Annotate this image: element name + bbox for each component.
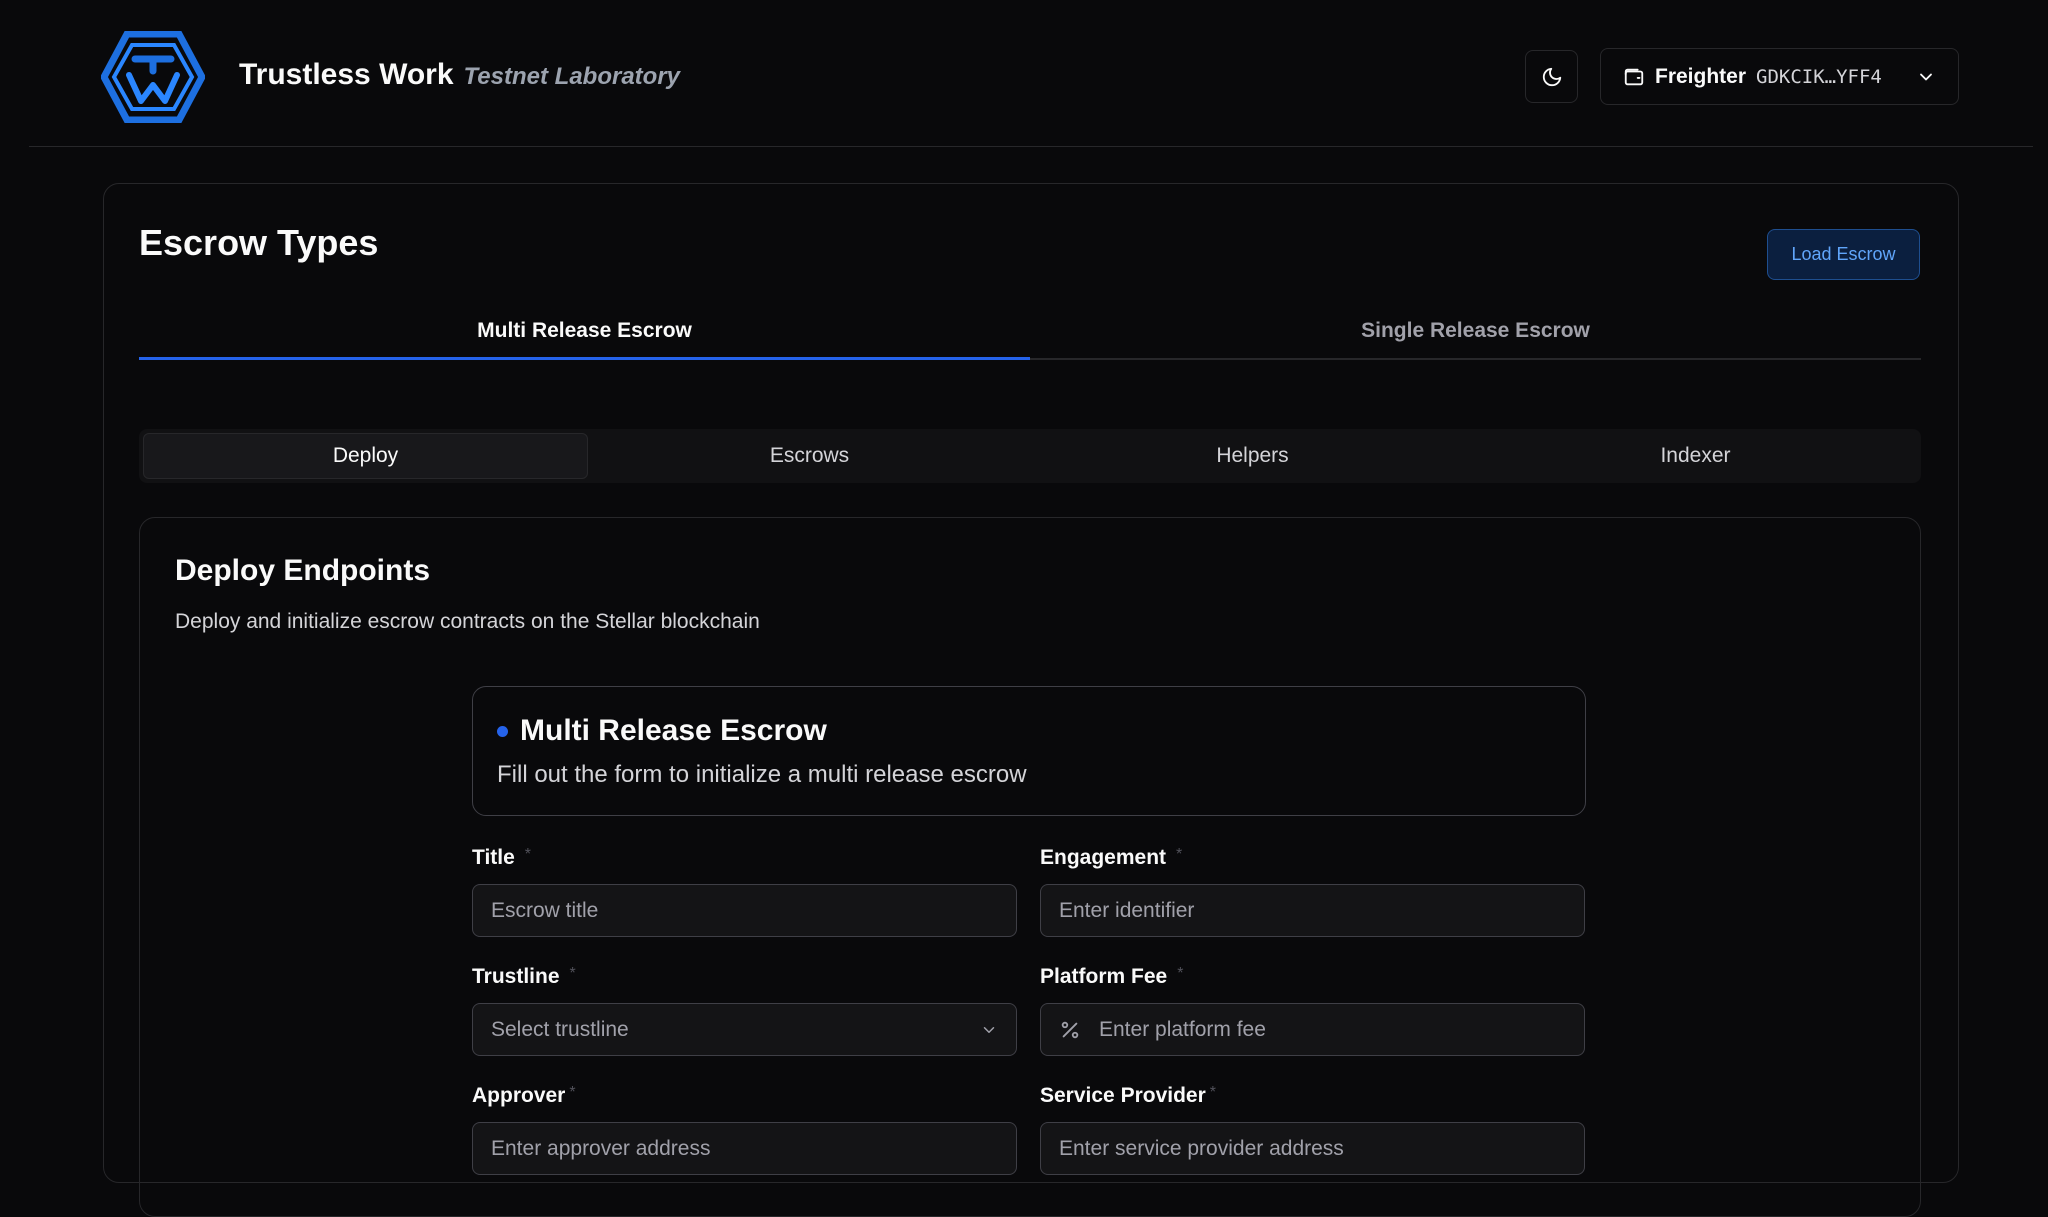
trustline-label: Trustline * — [472, 965, 576, 989]
escrow-types-panel: Escrow Types Load Escrow Multi Release E… — [103, 183, 1959, 1217]
deploy-title: Deploy Endpoints — [175, 554, 430, 587]
form-description: Fill out the form to initialize a multi … — [497, 761, 1027, 788]
percent-icon — [1059, 1019, 1081, 1041]
required-mark: * — [1209, 1084, 1216, 1101]
service-provider-placeholder: Enter service provider address — [1059, 1136, 1344, 1160]
header-divider — [29, 146, 2033, 147]
required-mark: * — [569, 1084, 576, 1101]
required-mark: * — [1177, 965, 1184, 982]
title-label-text: Title — [472, 846, 515, 869]
approver-placeholder: Enter approver address — [491, 1136, 711, 1160]
approver-input[interactable]: Enter approver address — [472, 1122, 1017, 1175]
app-header: Trustless Work Testnet Laboratory Freigh… — [0, 0, 2048, 148]
platform-fee-placeholder: Enter platform fee — [1099, 1017, 1266, 1041]
brand: Trustless Work Testnet Laboratory — [239, 58, 680, 92]
form-title-text: Multi Release Escrow — [520, 714, 827, 747]
wallet-icon — [1624, 68, 1644, 85]
platform-fee-label-text: Platform Fee — [1040, 965, 1168, 988]
service-provider-label: Service Provider * — [1040, 1084, 1216, 1108]
form-header-card: Multi Release Escrow Fill out the form t… — [472, 686, 1586, 816]
tab-multi-release-escrow[interactable]: Multi Release Escrow — [139, 304, 1030, 360]
chevron-down-icon — [980, 1021, 998, 1039]
tab-deploy[interactable]: Deploy — [143, 433, 588, 479]
theme-toggle-button[interactable] — [1525, 50, 1578, 103]
approver-label-text: Approver — [472, 1084, 566, 1107]
approver-label: Approver * — [472, 1084, 576, 1108]
page-title: Escrow Types — [139, 222, 379, 263]
engagement-placeholder: Enter identifier — [1059, 898, 1195, 922]
deploy-description: Deploy and initialize escrow contracts o… — [175, 610, 760, 633]
brand-name: Trustless Work — [239, 58, 454, 91]
title-label: Title * — [472, 846, 531, 870]
endpoint-tabs: Deploy Escrows Helpers Indexer — [139, 429, 1921, 483]
chevron-down-icon — [1916, 67, 1936, 87]
title-input[interactable]: Escrow title — [472, 884, 1017, 937]
engagement-label: Engagement * — [1040, 846, 1182, 870]
escrow-type-tabs: Multi Release Escrow Single Release Escr… — [139, 304, 1921, 360]
tab-single-release-escrow[interactable]: Single Release Escrow — [1030, 304, 1921, 358]
bullet-dot-icon — [497, 725, 508, 737]
moon-icon — [1542, 67, 1561, 86]
engagement-input[interactable]: Enter identifier — [1040, 884, 1585, 937]
wallet-button[interactable]: Freighter GDKCIK…YFF4 — [1600, 48, 1959, 105]
title-placeholder: Escrow title — [491, 898, 599, 922]
tab-escrows[interactable]: Escrows — [588, 433, 1031, 479]
wallet-name: Freighter — [1655, 64, 1747, 88]
required-mark: * — [1176, 846, 1183, 863]
deploy-endpoints-card: Deploy Endpoints Deploy and initialize e… — [139, 517, 1921, 1217]
form-title: Multi Release Escrow — [497, 714, 827, 748]
tab-indexer[interactable]: Indexer — [1474, 433, 1917, 479]
trustless-work-logo[interactable] — [101, 31, 205, 123]
engagement-label-text: Engagement — [1040, 846, 1167, 869]
trustline-select[interactable]: Select trustline — [472, 1003, 1017, 1056]
trustline-label-text: Trustline — [472, 965, 560, 988]
load-escrow-button[interactable]: Load Escrow — [1767, 229, 1920, 280]
wallet-address: GDKCIK…YFF4 — [1756, 65, 1882, 88]
service-provider-label-text: Service Provider — [1040, 1084, 1206, 1107]
platform-fee-input[interactable]: Enter platform fee — [1040, 1003, 1585, 1056]
brand-subtitle: Testnet Laboratory — [463, 63, 681, 90]
trustline-placeholder: Select trustline — [491, 1017, 629, 1041]
required-mark: * — [569, 965, 576, 982]
tab-helpers[interactable]: Helpers — [1031, 433, 1474, 479]
required-mark: * — [524, 846, 532, 863]
platform-fee-label: Platform Fee * — [1040, 965, 1183, 989]
service-provider-input[interactable]: Enter service provider address — [1040, 1122, 1585, 1175]
